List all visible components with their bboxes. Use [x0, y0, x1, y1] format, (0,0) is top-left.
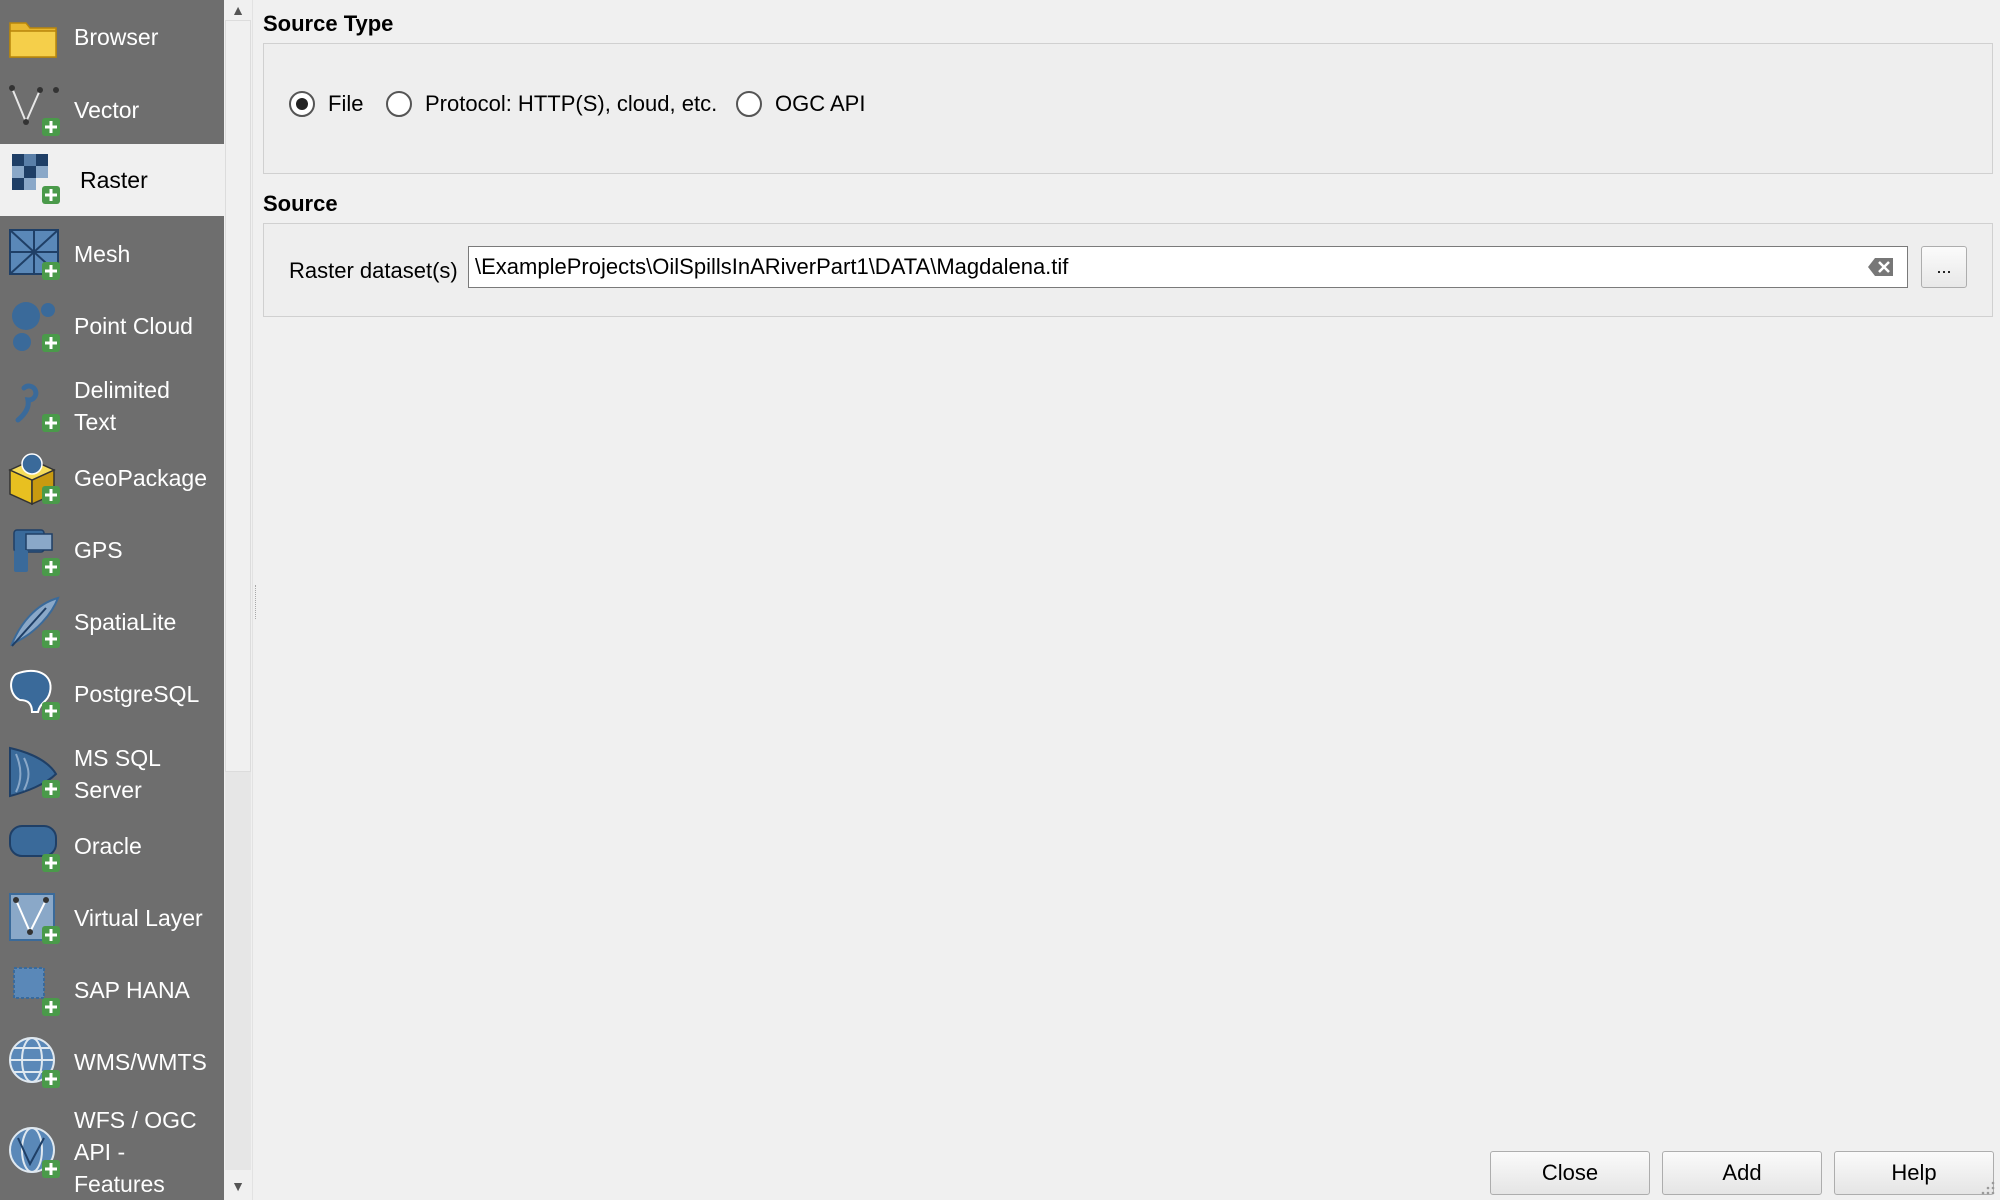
- delimited-text-add-icon: [15, 383, 60, 432]
- radio-file[interactable]: File: [289, 91, 363, 117]
- data-source-sidebar: Browser Vector Raster Mesh Point Cloud D…: [0, 0, 224, 1200]
- geopackage-add-icon: [8, 453, 60, 506]
- scroll-up-icon[interactable]: ▲: [224, 0, 252, 20]
- scroll-thumb[interactable]: [225, 20, 251, 772]
- sidebar-item-sap-hana[interactable]: SAP HANA: [0, 960, 224, 1020]
- folder-icon: [9, 22, 57, 58]
- sidebar-item-label: Virtual Layer: [74, 905, 203, 931]
- sidebar-item-label: WFS / OGC API - Features: [74, 1107, 197, 1197]
- sidebar-item-label: Oracle: [74, 833, 142, 859]
- wfs-add-icon: [9, 1127, 60, 1178]
- sidebar-item-label: GPS: [74, 537, 123, 563]
- splitter-handle[interactable]: [255, 585, 259, 619]
- help-button[interactable]: Help: [1834, 1151, 1994, 1195]
- sidebar-item-geopackage[interactable]: GeoPackage: [0, 448, 224, 508]
- sidebar-item-point-cloud[interactable]: Point Cloud: [0, 296, 224, 356]
- sidebar-item-label: Delimited Text: [74, 377, 170, 435]
- sidebar-item-label: SAP HANA: [74, 977, 190, 1003]
- radio-button[interactable]: [736, 91, 762, 117]
- resize-grip-icon[interactable]: [1978, 1178, 1996, 1196]
- radio-button[interactable]: [289, 91, 315, 117]
- sidebar-item-postgresql[interactable]: PostgreSQL: [0, 664, 224, 724]
- vector-add-icon: [9, 85, 60, 136]
- sidebar-item-label: SpatiaLite: [74, 609, 177, 635]
- raster-dataset-label: Raster dataset(s): [289, 258, 458, 283]
- sidebar-item-label: Mesh: [74, 241, 131, 267]
- sidebar-item-label: Vector: [74, 97, 140, 123]
- clear-text-icon[interactable]: [1867, 256, 1895, 278]
- radio-selected-dot: [296, 98, 308, 110]
- sidebar-item-delimited-text[interactable]: Delimited Text: [0, 366, 224, 446]
- spatialite-add-icon: [10, 596, 60, 648]
- sidebar-item-label: Browser: [74, 24, 159, 50]
- radio-label: File: [328, 91, 364, 116]
- sidebar-item-label: MS SQL Server: [74, 745, 161, 803]
- sidebar-item-raster[interactable]: Raster: [0, 144, 224, 216]
- radio-label: Protocol: HTTP(S), cloud, etc.: [425, 91, 718, 116]
- virtual-layer-add-icon: [9, 893, 60, 944]
- sidebar-item-gps[interactable]: GPS: [0, 520, 224, 580]
- sap-hana-add-icon: [13, 967, 60, 1016]
- sidebar-item-spatialite[interactable]: SpatiaLite: [0, 592, 224, 652]
- radio-ogc-api[interactable]: OGC API: [736, 91, 865, 117]
- gps-add-icon: [13, 529, 60, 576]
- sidebar-item-label: Point Cloud: [74, 313, 193, 339]
- oracle-add-icon: [9, 825, 60, 872]
- sidebar-item-label: GeoPackage: [74, 465, 207, 491]
- sidebar-item-mesh[interactable]: Mesh: [0, 224, 224, 284]
- sidebar-item-label: Raster: [80, 167, 148, 193]
- sidebar-item-label: PostgreSQL: [74, 681, 200, 707]
- source-group: Raster dataset(s) \ExampleProjects\OilSp…: [263, 223, 1993, 317]
- sidebar-item-label: WMS/WMTS: [74, 1049, 207, 1075]
- point-cloud-add-icon: [12, 302, 60, 352]
- scroll-track[interactable]: [225, 772, 251, 1170]
- source-title: Source: [263, 191, 338, 216]
- browse-button[interactable]: ...: [1921, 246, 1967, 288]
- sidebar-item-wms-wmts[interactable]: WMS/WMTS: [0, 1032, 224, 1092]
- add-button[interactable]: Add: [1662, 1151, 1822, 1195]
- source-type-title: Source Type: [263, 11, 394, 36]
- mssql-add-icon: [9, 746, 60, 798]
- radio-button[interactable]: [386, 91, 412, 117]
- sidebar-item-oracle[interactable]: Oracle: [0, 816, 224, 876]
- radio-label: OGC API: [775, 91, 866, 116]
- mesh-add-icon: [9, 229, 60, 280]
- source-type-group: File Protocol: HTTP(S), cloud, etc. OGC …: [263, 43, 1993, 174]
- sidebar-item-vector[interactable]: Vector: [0, 80, 224, 140]
- sidebar-item-browser[interactable]: Browser: [0, 8, 224, 66]
- sidebar-item-ms-sql-server[interactable]: MS SQL Server: [0, 734, 224, 814]
- wms-add-icon: [9, 1037, 60, 1088]
- sidebar-scrollbar[interactable]: ▲ ▼: [224, 0, 253, 1200]
- postgresql-add-icon: [10, 669, 60, 720]
- raster-add-icon: [12, 154, 60, 204]
- sidebar-item-virtual-layer[interactable]: Virtual Layer: [0, 888, 224, 948]
- raster-dataset-path-input[interactable]: \ExampleProjects\OilSpillsInARiverPart1\…: [468, 246, 1908, 288]
- scroll-down-icon[interactable]: ▼: [224, 1176, 252, 1196]
- sidebar-item-wfs-ogc-api[interactable]: WFS / OGC API - Features: [0, 1104, 224, 1200]
- radio-protocol[interactable]: Protocol: HTTP(S), cloud, etc.: [386, 91, 717, 117]
- close-button[interactable]: Close: [1490, 1151, 1650, 1195]
